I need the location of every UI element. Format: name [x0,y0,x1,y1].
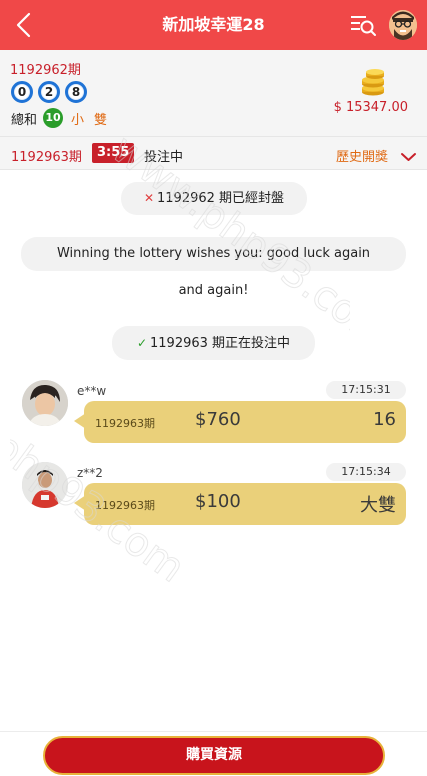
sum-row: 總和 10 小 雙 [11,108,107,128]
bet-pick: 大雙 [360,495,396,516]
countdown-timer: 3:55 [92,143,135,163]
current-issue-label: 1192963期 [11,150,82,165]
sum-label: 總和 [11,112,38,128]
result-ball: 2 [38,81,60,103]
avatar[interactable] [22,462,68,508]
open-notice: ✓ 1192963 期正在投注中 [112,326,315,360]
bet-bubble: 1192963期 $100 大雙 [74,483,406,525]
result-balls: 0 2 8 [11,81,87,103]
bet-issue: 1192963期 [95,417,155,430]
cross-icon: ✕ [143,191,155,205]
history-results-link[interactable]: 歷史開獎 [336,146,388,165]
bet-amount: $760 [195,409,241,430]
bottom-bar: 購買資源 [0,731,427,776]
open-notice-text: 1192963 期正在投注中 [150,336,291,351]
betting-status: 投注中 [144,150,184,165]
bet-time: 17:15:31 [326,381,406,399]
avatar[interactable] [22,380,68,426]
list-search-icon[interactable] [349,12,377,38]
wish-message-continuation: and again! [178,283,249,298]
bet-time: 17:15:34 [326,463,406,481]
bet-bubble: 1192963期 $760 16 [74,401,406,443]
result-ball: 8 [65,81,87,103]
chevron-down-icon[interactable] [400,148,417,161]
user-avatar-icon[interactable] [389,10,417,40]
account-balance: $ 15347.00 [333,100,408,115]
result-ball: 0 [11,81,33,103]
closed-notice-text: 1192962 期已經封盤 [157,191,285,206]
bet-issue: 1192963期 [95,499,155,512]
closed-notice: ✕ 1192962 期已經封盤 [121,182,307,215]
coins-icon [359,68,387,96]
buy-button[interactable]: 購買資源 [43,736,385,775]
current-issue-bar: 1192963期 3:55 投注中 歷史開獎 [0,137,427,170]
wish-message: Winning the lottery wishes you: good luc… [21,237,406,271]
size-result: 小 [71,112,85,128]
bet-pick: 16 [373,409,396,430]
last-issue-label: 1192962期 [10,63,81,78]
app-header: 新加坡幸運28 [0,0,427,50]
bet-amount: $100 [195,491,241,512]
sum-value-badge: 10 [43,108,64,128]
check-icon: ✓ [136,336,148,350]
bet-username: z**2 [77,466,103,480]
bet-username: e**w [77,384,107,398]
last-result-panel: 1192962期 0 2 8 總和 10 小 雙 $ 15347.00 [0,50,427,137]
parity-result: 雙 [94,112,108,128]
